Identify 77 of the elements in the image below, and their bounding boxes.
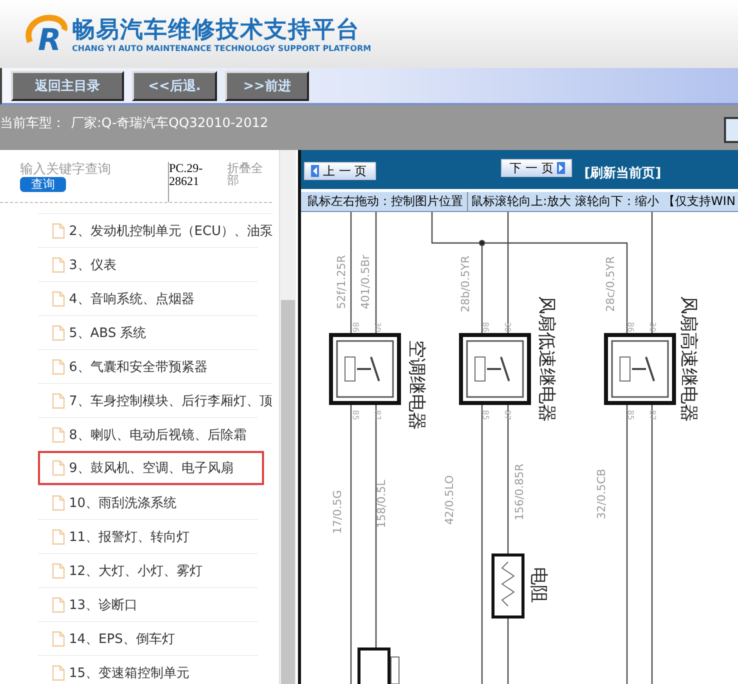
wire-label: 28c/0.5YR — [604, 256, 617, 312]
wire-label: 17/0.5G — [331, 490, 344, 534]
wire-label: 32/0.5CB — [595, 468, 608, 520]
tree-item[interactable]: 7、车身控制模块、后行李厢灯、顶 — [38, 383, 272, 417]
document-icon — [52, 392, 65, 408]
relay-symbol — [329, 333, 401, 405]
tree-item[interactable]: 15、变速箱控制单元 — [38, 655, 258, 684]
search-button[interactable]: 查询 — [20, 177, 66, 192]
vehicle-value: 厂家:Q-奇瑞汽车QQ32010-2012 — [71, 115, 268, 132]
site-subtitle: CHANG YI AUTO MAINTENANCE TECHNOLOGY SUPPORT PLATFORM — [72, 44, 372, 52]
pin-number: 85 — [481, 410, 490, 420]
relay-symbol — [604, 333, 676, 405]
tree-item[interactable]: 10、雨刮洗涤系统 — [38, 485, 258, 519]
tree-item[interactable]: 12、大灯、小灯、雾灯 — [38, 553, 258, 587]
refresh-link[interactable]: [刷新当前页] — [584, 164, 662, 182]
pin-number: 86 — [351, 322, 360, 332]
document-icon — [52, 256, 65, 272]
document-icon — [52, 290, 65, 306]
document-icon — [52, 596, 65, 612]
left-arrow-icon — [311, 165, 319, 177]
wire-label: 401/0.5Br — [359, 254, 372, 310]
document-icon — [52, 664, 65, 680]
right-arrow-icon — [557, 162, 566, 174]
tree-item[interactable]: 9、鼓风机、空调、电子风扇 — [38, 451, 264, 485]
pin-number: 85 — [351, 410, 360, 420]
pin-number: 86 — [626, 322, 635, 332]
document-icon — [52, 426, 65, 442]
document-icon — [52, 494, 65, 510]
vehicle-code: PC.29-28621 — [168, 162, 223, 202]
relay-name: 风扇低速继电器 — [536, 296, 557, 422]
tree-item[interactable]: 14、EPS、倒车灯 — [38, 621, 258, 655]
document-icon — [52, 528, 65, 544]
wire-label: 156/0.85R — [513, 464, 526, 520]
document-icon — [52, 630, 65, 646]
document-icon — [52, 562, 65, 578]
hint-text: 滚轮向下：缩小 — [575, 193, 660, 210]
document-icon — [52, 324, 65, 340]
wire-label: 52f/1.25R — [335, 255, 348, 309]
pin-number: 85 — [626, 410, 635, 420]
pin-number: 86 — [481, 322, 490, 332]
pin-number: 87 — [648, 410, 657, 420]
tree-item[interactable]: 3、仪表 — [38, 247, 258, 281]
pin-number: 30 — [373, 322, 382, 332]
previous-page-button[interactable]: 上 一 页 — [304, 162, 376, 180]
panel-toggle[interactable] — [724, 117, 738, 143]
pin-number: 30 — [648, 322, 657, 332]
resistor-symbol — [492, 554, 524, 618]
resistor-name: 电阻 — [528, 567, 549, 603]
toolbar-button[interactable]: >>前进 — [225, 70, 309, 100]
hint-text: 【仅支持WIN — [663, 193, 736, 210]
tree-item[interactable]: 4、音响系统、点烟器 — [38, 281, 258, 315]
wire-label: 42/0.5LO — [443, 475, 456, 525]
tree-item[interactable]: 13、诊断口 — [38, 587, 258, 621]
next-page-button[interactable]: 下 一 页 — [500, 159, 572, 177]
document-icon — [52, 460, 65, 476]
scrollbar[interactable] — [279, 150, 296, 684]
vehicle-label: 当前车型： — [0, 115, 65, 132]
site-title: 畅易汽车维修技术支持平台 — [72, 16, 361, 44]
tree-item[interactable]: 2、发动机控制单元（ECU）、油泵 — [38, 213, 274, 247]
pin-number: 87 — [503, 410, 512, 420]
toolbar-button[interactable]: 返回主目录 — [11, 70, 124, 100]
toolbar-button[interactable]: <<后退. — [132, 70, 217, 100]
hint-text: 鼠标滚轮向上:放大 — [467, 192, 572, 211]
relay-symbol — [459, 333, 531, 405]
relay-name: 风扇高速继电器 — [678, 296, 699, 422]
tree-item[interactable]: 8、喇叭、电动后视镜、后除霜 — [38, 417, 258, 451]
tree-item[interactable]: 6、气囊和安全带预紧器 — [38, 349, 258, 383]
pin-number: 30 — [503, 322, 512, 332]
document-icon — [52, 358, 65, 374]
wire-label: 28b/0.5YR — [459, 256, 472, 312]
tree-item[interactable]: 11、报警灯、转向灯 — [38, 519, 258, 553]
wire-label: 158/0.5L — [375, 480, 388, 528]
pin-number: 87 — [373, 410, 382, 420]
document-icon — [52, 222, 65, 238]
hint-text: 鼠标左右拖动：控制图片位置 — [307, 193, 463, 210]
tree-item[interactable]: 5、ABS 系统 — [38, 315, 258, 349]
relay-name: 空调继电器 — [406, 340, 427, 430]
